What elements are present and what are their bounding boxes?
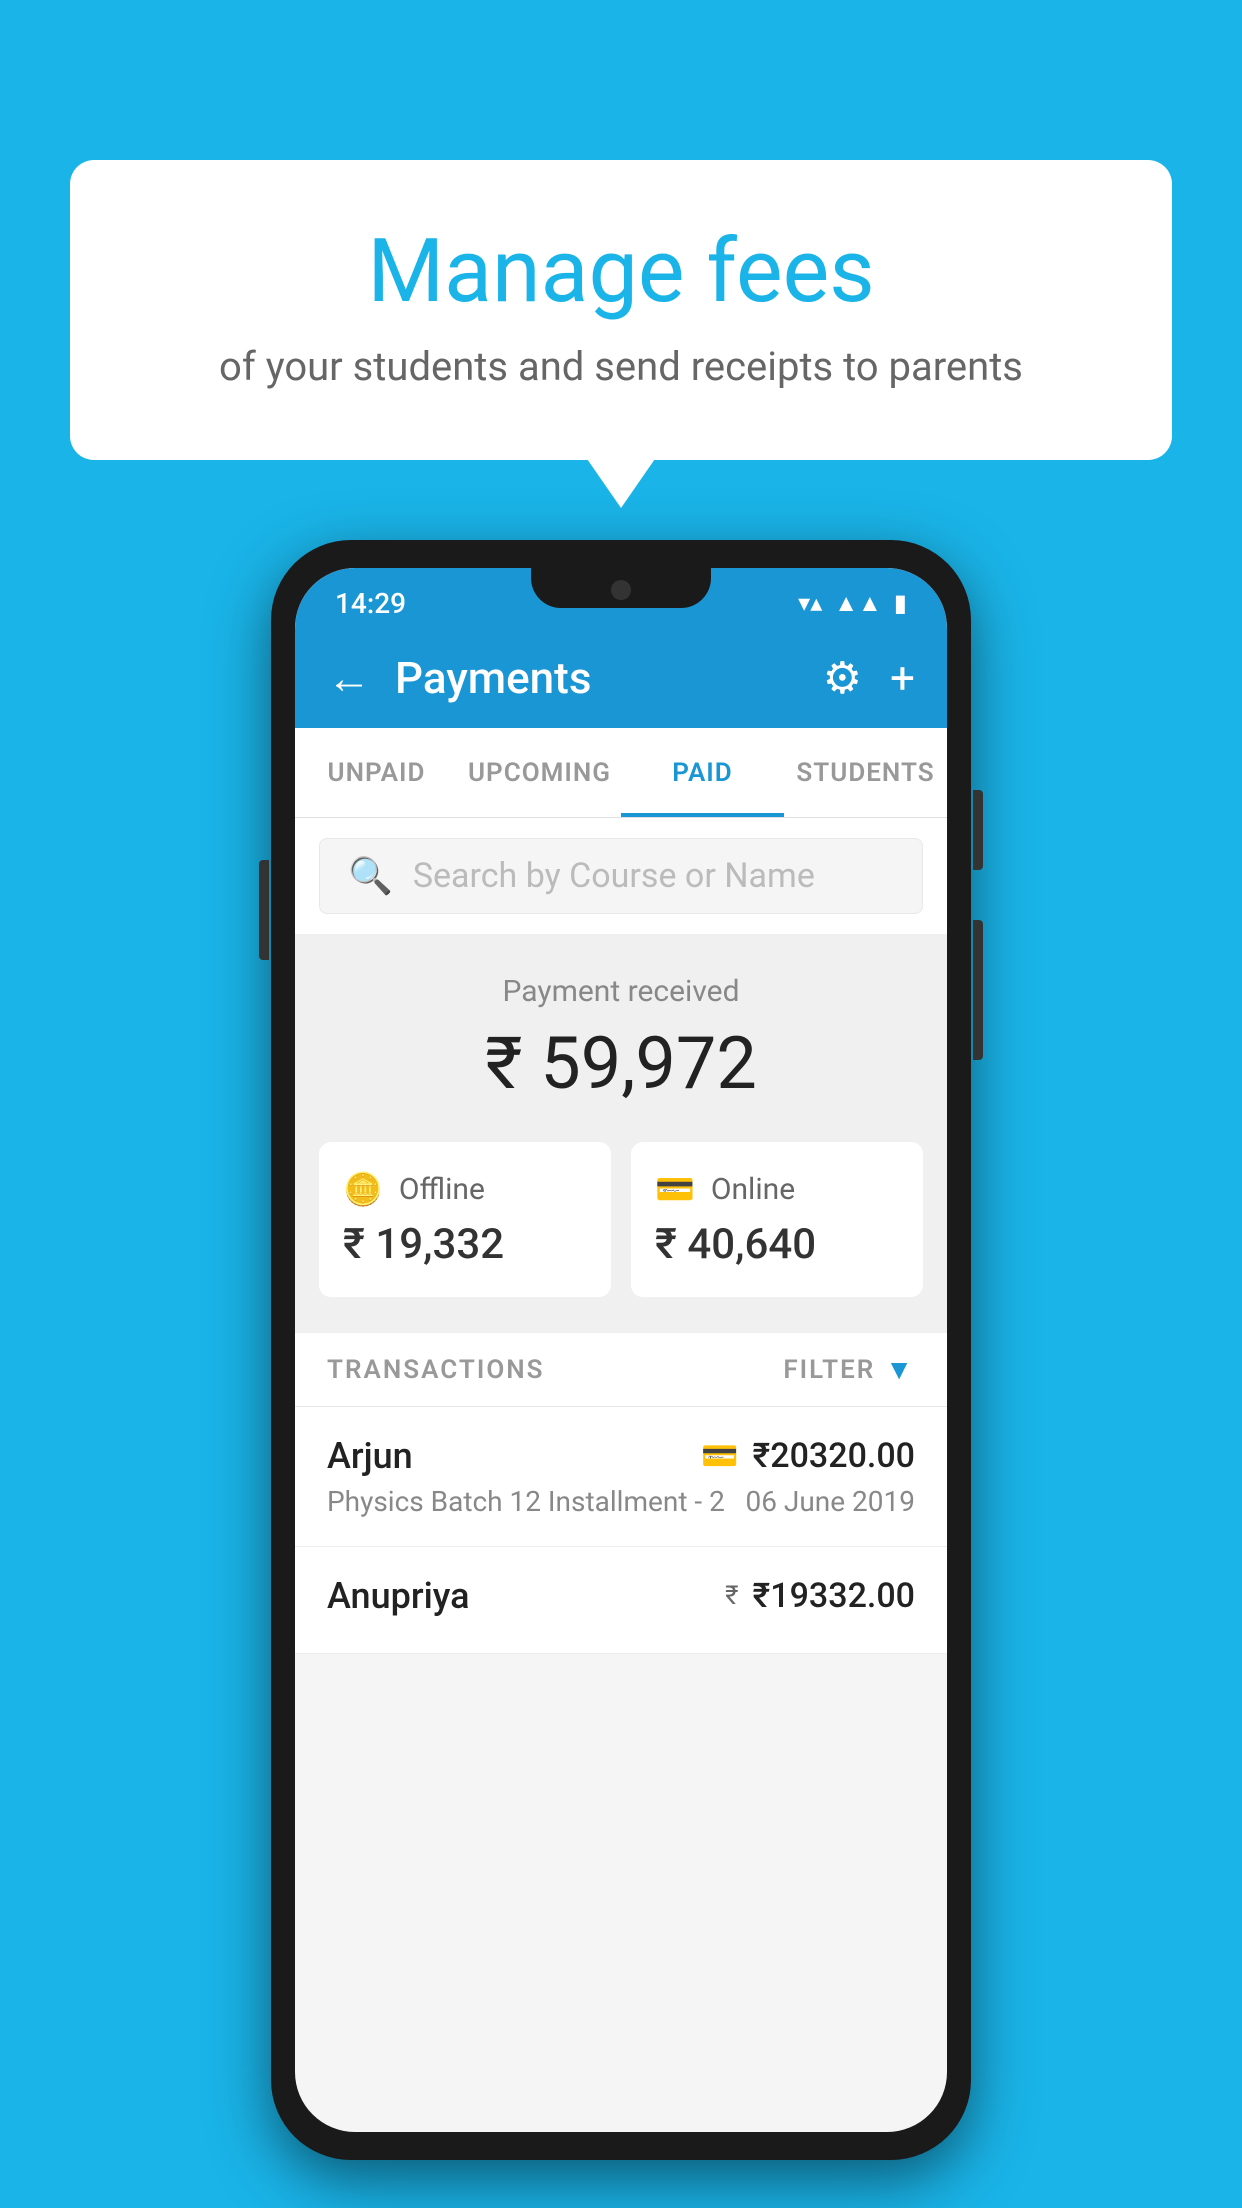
card-icon: 💳 <box>655 1170 695 1208</box>
app-title: Payments <box>395 652 799 704</box>
online-amount: ₹ 40,640 <box>655 1220 899 1269</box>
rupee-note-icon: ₹ <box>725 1581 738 1611</box>
offline-label: Offline <box>399 1172 485 1207</box>
cash-icon: 🪙 <box>343 1170 383 1208</box>
offline-amount: ₹ 19,332 <box>343 1220 587 1269</box>
transaction-date-arjun: 06 June 2019 <box>745 1485 915 1518</box>
volume-button <box>259 860 269 960</box>
search-icon: 🔍 <box>348 855 393 897</box>
payment-cards: 🪙 Offline ₹ 19,332 💳 Online ₹ 40,640 <box>295 1142 947 1333</box>
filter-button[interactable]: FILTER ▼ <box>783 1353 915 1386</box>
transaction-row-anupriya[interactable]: Anupriya ₹ ₹19332.00 <box>295 1547 947 1654</box>
transactions-header: TRANSACTIONS FILTER ▼ <box>295 1333 947 1407</box>
wifi-icon: ▾▴ <box>798 589 822 617</box>
phone-screen: 14:29 ▾▴ ▲▲ ▮ ← Payments ⚙ + <box>295 568 947 2132</box>
search-bar[interactable]: 🔍 Search by Course or Name <box>319 838 923 914</box>
screen-content: 14:29 ▾▴ ▲▲ ▮ ← Payments ⚙ + <box>295 568 947 2132</box>
filter-label: FILTER <box>783 1355 875 1385</box>
transaction-name-anupriya: Anupriya <box>327 1575 470 1617</box>
transaction-bottom-arjun: Physics Batch 12 Installment - 2 06 June… <box>327 1485 915 1518</box>
payment-summary: Payment received ₹ 59,972 <box>295 934 947 1142</box>
search-placeholder: Search by Course or Name <box>413 856 815 896</box>
transaction-amount-wrap-arjun: 💳 ₹20320.00 <box>701 1436 915 1476</box>
offline-card-header: 🪙 Offline <box>343 1170 587 1208</box>
transaction-amount-arjun: ₹20320.00 <box>753 1436 915 1476</box>
signal-icon: ▲▲ <box>834 589 882 618</box>
status-time: 14:29 <box>335 587 406 620</box>
transaction-amount-anupriya: ₹19332.00 <box>753 1576 915 1616</box>
back-button[interactable]: ← <box>327 652 371 704</box>
status-icons: ▾▴ ▲▲ ▮ <box>798 589 907 618</box>
card-chip-icon: 💳 <box>701 1439 738 1474</box>
speech-bubble: Manage fees of your students and send re… <box>70 160 1172 460</box>
tab-paid[interactable]: PAID <box>621 728 784 817</box>
online-label: Online <box>711 1172 795 1207</box>
phone-shell: 14:29 ▾▴ ▲▲ ▮ ← Payments ⚙ + <box>271 540 971 2160</box>
add-button[interactable]: + <box>890 652 915 704</box>
transaction-amount-wrap-anupriya: ₹ ₹19332.00 <box>725 1576 915 1616</box>
bubble-subtitle: of your students and send receipts to pa… <box>150 343 1092 390</box>
filter-icon: ▼ <box>885 1353 915 1386</box>
phone-container: 14:29 ▾▴ ▲▲ ▮ ← Payments ⚙ + <box>271 540 971 2160</box>
settings-button[interactable]: ⚙ <box>823 652 862 704</box>
offline-card: 🪙 Offline ₹ 19,332 <box>319 1142 611 1297</box>
transaction-row-arjun[interactable]: Arjun 💳 ₹20320.00 Physics Batch 12 Insta… <box>295 1407 947 1547</box>
notch <box>531 568 711 608</box>
tab-upcoming[interactable]: UPCOMING <box>458 728 621 817</box>
online-card-header: 💳 Online <box>655 1170 899 1208</box>
transactions-label: TRANSACTIONS <box>327 1355 545 1385</box>
transaction-top-arjun: Arjun 💳 ₹20320.00 <box>327 1435 915 1477</box>
tab-unpaid[interactable]: UNPAID <box>295 728 458 817</box>
bubble-title: Manage fees <box>150 220 1092 323</box>
search-container: 🔍 Search by Course or Name <box>295 818 947 934</box>
speech-bubble-container: Manage fees of your students and send re… <box>70 160 1172 460</box>
payment-received-label: Payment received <box>319 974 923 1009</box>
transaction-top-anupriya: Anupriya ₹ ₹19332.00 <box>327 1575 915 1617</box>
app-bar-actions: ⚙ + <box>823 652 915 704</box>
online-card: 💳 Online ₹ 40,640 <box>631 1142 923 1297</box>
transaction-name-arjun: Arjun <box>327 1435 413 1477</box>
transaction-course-arjun: Physics Batch 12 Installment - 2 <box>327 1485 725 1518</box>
battery-icon: ▮ <box>894 589 907 617</box>
payment-total-amount: ₹ 59,972 <box>319 1021 923 1106</box>
tabs-container: UNPAID UPCOMING PAID STUDENTS <box>295 728 947 818</box>
power-button-bottom <box>973 920 983 1060</box>
tab-students[interactable]: STUDENTS <box>784 728 947 817</box>
power-button-top <box>973 790 983 870</box>
app-bar: ← Payments ⚙ + <box>295 628 947 728</box>
camera <box>611 580 631 600</box>
